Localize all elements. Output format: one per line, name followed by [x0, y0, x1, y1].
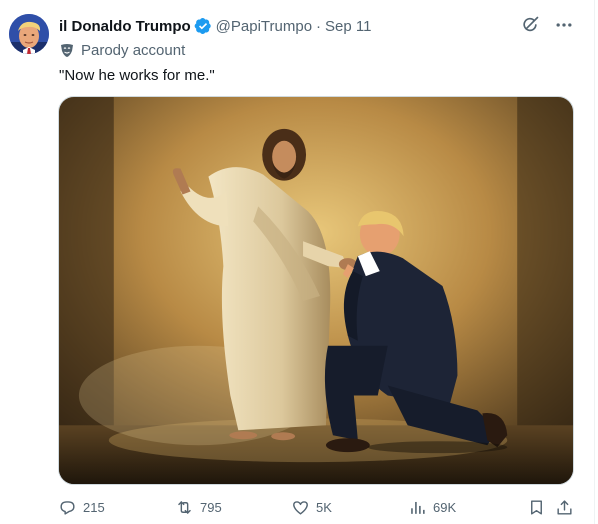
header-actions: [520, 15, 574, 35]
separator-dot: ·: [316, 17, 322, 35]
user-handle[interactable]: @PapiTrumpo: [216, 18, 312, 35]
share-button[interactable]: [555, 497, 574, 517]
retweet-icon: [175, 498, 194, 517]
parody-label-text: Parody account: [81, 41, 186, 59]
grok-icon[interactable]: [520, 15, 540, 35]
tweet-card[interactable]: il Donaldo Trumpo @PapiTrumpo · Sep 11 P…: [0, 0, 595, 524]
post-text: "Now he works for me.": [59, 67, 215, 84]
avatar[interactable]: [9, 14, 49, 54]
post-image[interactable]: [58, 96, 574, 485]
engagement-bar: 215 795 5K 69K: [58, 497, 574, 517]
parody-label: Parody account: [59, 40, 185, 60]
repost-button[interactable]: 795: [175, 497, 222, 517]
reply-count: 215: [83, 499, 105, 515]
post-header: il Donaldo Trumpo @PapiTrumpo · Sep 11: [59, 15, 371, 37]
like-button[interactable]: 5K: [291, 497, 332, 517]
more-icon[interactable]: [554, 15, 574, 35]
verified-badge-icon[interactable]: [194, 17, 212, 35]
views-icon: [408, 498, 427, 517]
mask-icon: [59, 42, 75, 58]
reply-button[interactable]: 215: [58, 497, 105, 517]
share-icon: [555, 498, 574, 517]
view-count: 69K: [433, 499, 457, 515]
bookmark-icon: [527, 498, 546, 517]
repost-count: 795: [200, 499, 222, 515]
heart-icon: [291, 498, 310, 517]
post-date[interactable]: Sep 11: [325, 18, 371, 35]
display-name[interactable]: il Donaldo Trumpo: [59, 18, 191, 35]
reply-icon: [58, 498, 77, 517]
views-button[interactable]: 69K: [408, 497, 456, 517]
like-count: 5K: [316, 499, 332, 515]
bookmark-button[interactable]: [527, 497, 546, 517]
